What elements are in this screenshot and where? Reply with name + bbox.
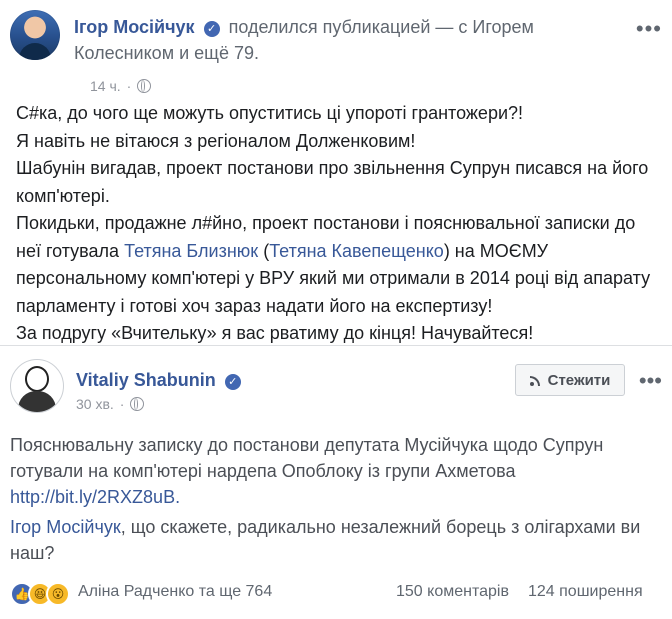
post-time[interactable]: 14 ч. (90, 78, 121, 94)
post-header: Ігор Мосійчук ✓ поделился публикацией — … (10, 10, 662, 94)
tagged-person-link[interactable]: Тетяна Близнюк (124, 241, 258, 261)
shared-text: Пояснювальну записку до постанови депута… (10, 432, 660, 570)
post-meta: 14 ч. · (90, 78, 152, 94)
author-name[interactable]: Ігор Мосійчук (74, 17, 195, 37)
post-line: С#ка, до чого ще можуть опуститись ці уп… (16, 103, 524, 123)
reactions-text[interactable]: Аліна Радченко та ще 764 (78, 583, 272, 601)
post-line: Покидьки, продажне л#йно, проект постано… (16, 210, 656, 320)
author-avatar[interactable] (10, 10, 60, 60)
reaction-icons[interactable]: 👍 😆 😮 (10, 582, 70, 606)
comments-count[interactable]: 150 коментарів (396, 583, 509, 601)
shares-count[interactable]: 124 поширення (528, 583, 643, 601)
tagged-person-link-2[interactable]: Тетяна Кавепещенко (269, 241, 444, 261)
shared-main-text: Пояснювальну записку до постанови депута… (10, 435, 604, 481)
verified-icon: ✓ (203, 21, 220, 37)
post-line: За подругу «Вчительку» я вас рватиму до … (16, 323, 534, 343)
mention-link[interactable]: Ігор Мосійчук (10, 517, 121, 537)
rss-icon (529, 374, 542, 386)
shared-meta: 30 хв. · (76, 396, 145, 412)
wow-icon: 😮 (46, 582, 70, 606)
follow-button[interactable]: Стежити (515, 364, 625, 396)
shared-author-avatar[interactable] (10, 359, 64, 413)
post-line: Шабунін вигадав, проект постанови про зв… (16, 158, 649, 206)
more-icon[interactable]: ••• (636, 16, 662, 42)
shared-link[interactable]: http://bit.ly/2RXZ8uB. (10, 487, 180, 507)
meta-dot: · (119, 396, 125, 412)
post-footer: 👍 😆 😮 Аліна Радченко та ще 764 150 комен… (0, 576, 672, 612)
shared-post: Vitaliy Shabunin ✓ 30 хв. · Стежити ••• … (0, 346, 672, 576)
meta-dot: · (126, 78, 132, 94)
shared-author-name[interactable]: Vitaliy Shabunin ✓ (76, 370, 245, 391)
shared-author-name-text[interactable]: Vitaliy Shabunin (76, 370, 216, 390)
shared-time[interactable]: 30 хв. (76, 396, 114, 412)
facebook-post: Ігор Мосійчук ✓ поделился публикацией — … (0, 0, 672, 619)
post-text: С#ка, до чого ще можуть опуститись ці уп… (16, 100, 656, 348)
verified-icon: ✓ (224, 374, 241, 390)
shared-paragraph-2: Ігор Мосійчук, що скажете, радикально не… (10, 514, 660, 566)
more-icon[interactable]: ••• (639, 368, 662, 394)
follow-label[interactable]: Стежити (548, 372, 611, 389)
globe-icon (130, 397, 145, 411)
globe-icon (137, 79, 152, 93)
header-line: Ігор Мосійчук ✓ поделился публикацией — … (74, 14, 634, 66)
post-line: Я навіть не вітаюся з регіоналом Долженк… (16, 130, 416, 151)
shared-paragraph: Пояснювальну записку до постанови депута… (10, 432, 660, 510)
